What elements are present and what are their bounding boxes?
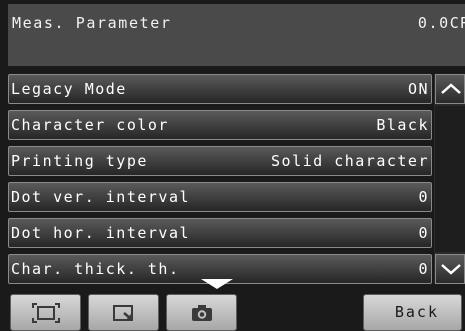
setting-label: Dot ver. interval <box>11 188 191 206</box>
measurement-value: 0.0CR <box>417 14 465 32</box>
fit-screen-icon <box>31 302 60 323</box>
scroll-down-button[interactable] <box>435 254 465 284</box>
setting-label: Dot hor. interval <box>11 224 191 242</box>
measurement-display: Meas. Parameter 0.0CR <box>8 4 465 66</box>
more-items-arrow-icon <box>201 279 233 289</box>
setting-value: Solid character <box>271 152 429 170</box>
zoom-select-button[interactable] <box>88 294 159 331</box>
page-title: Meas. Parameter <box>12 14 172 32</box>
scroll-track[interactable] <box>435 106 465 252</box>
setting-value: 0 <box>418 260 429 278</box>
scrollbar[interactable] <box>434 74 465 284</box>
setting-row-dot-hor-interval[interactable]: Dot hor. interval 0 <box>8 218 432 248</box>
setting-row-legacy-mode[interactable]: Legacy Mode ON <box>8 74 432 104</box>
back-button[interactable]: Back <box>363 294 462 331</box>
setting-value: Black <box>376 116 429 134</box>
zoom-select-icon <box>112 304 133 321</box>
setting-label: Legacy Mode <box>11 80 127 98</box>
back-label: Back <box>394 303 439 321</box>
setting-label: Char. thick. th. <box>11 260 180 278</box>
setting-row-printing-type[interactable]: Printing type Solid character <box>8 146 432 176</box>
setting-row-dot-ver-interval[interactable]: Dot ver. interval 0 <box>8 182 432 212</box>
screen: Meas. Parameter 0.0CR Legacy Mode ON Cha… <box>0 0 465 331</box>
setting-row-character-color[interactable]: Character color Black <box>8 110 432 140</box>
chevron-up-icon <box>441 83 461 94</box>
setting-value: 0 <box>418 224 429 242</box>
scroll-up-button[interactable] <box>435 74 465 104</box>
setting-label: Printing type <box>11 152 148 170</box>
setting-value: 0 <box>418 188 429 206</box>
setting-label: Character color <box>11 116 169 134</box>
setting-value: ON <box>407 80 429 98</box>
chevron-down-icon <box>441 264 461 275</box>
camera-icon <box>191 304 212 321</box>
capture-button[interactable] <box>166 294 237 331</box>
fit-screen-button[interactable] <box>10 294 81 331</box>
